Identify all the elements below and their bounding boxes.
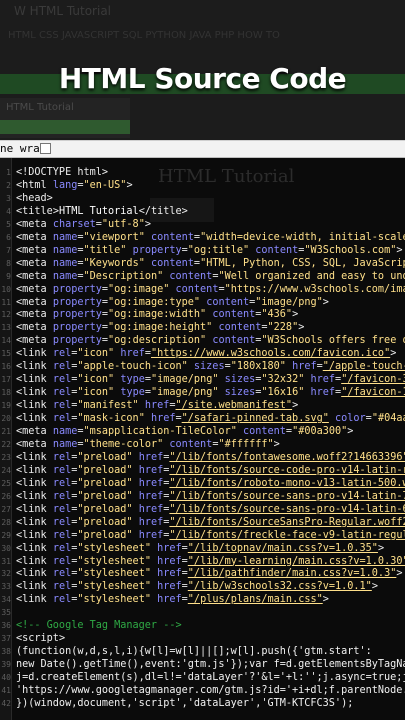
code-line: <meta property="og:image:height" content… — [16, 322, 305, 334]
code-line: <meta property="og:image:type" content="… — [16, 296, 329, 308]
line-number-gutter: 1 2 3 4 5 6 7 8 9 10 11 12 13 14 15 16 17 18 19 20 21 22 23 24 2… — [0, 158, 12, 720]
line-number: 11 — [1, 297, 11, 307]
code-line: <meta property="og:image" content="https… — [16, 283, 405, 295]
line-number: 1 — [6, 168, 11, 177]
ghost-page-title: HTML Tutorial — [158, 166, 295, 187]
code-line: <link rel="mask-icon" href="/safari-pinn… — [16, 413, 405, 425]
code-line: <meta property="og:image:width" content=… — [16, 309, 299, 321]
code-line: <link rel="preload" href="/lib/fonts/fre… — [16, 529, 405, 541]
ghost-sidebar: HTML Tutorial — [0, 98, 130, 138]
line-number: 17 — [1, 375, 11, 385]
code-line: <link rel="manifest" href="/site.webmani… — [16, 400, 299, 412]
code-line: <meta property="og:description" content=… — [16, 335, 405, 347]
line-number: 42 — [1, 698, 11, 708]
line-number: 39 — [1, 660, 11, 670]
line-number: 18 — [1, 388, 11, 398]
code-line: <link rel="stylesheet" href="/lib/w3scho… — [16, 581, 378, 593]
code-line: <html lang="en-US"> — [16, 179, 133, 191]
line-number: 7 — [6, 245, 11, 255]
line-number: 4 — [6, 206, 11, 216]
code-line: (function(w,d,s,l,i){w[l]=w[l]||[];w[l].… — [16, 646, 372, 658]
line-number: 28 — [1, 517, 11, 527]
ghost-sidebar-highlight — [0, 120, 130, 134]
ghost-menu-bar: HTML CSS JAVASCRIPT SQL PYTHON JAVA PHP … — [8, 30, 280, 41]
line-number: 9 — [6, 271, 11, 281]
line-number: 22 — [1, 439, 11, 449]
line-number: 29 — [1, 530, 11, 540]
code-line: <head> — [16, 192, 53, 204]
code-line: <meta name="Description" content="Well o… — [16, 270, 405, 282]
line-number: 37 — [1, 634, 11, 644]
code-line: 'https://www.googletagmanager.com/gtm.js… — [16, 685, 405, 696]
line-number: 35 — [1, 608, 11, 618]
line-number: 27 — [1, 504, 11, 514]
code-line: <link rel="preload" href="/lib/fonts/sou… — [16, 464, 405, 476]
line-number: 15 — [1, 349, 11, 359]
line-number: 30 — [1, 543, 11, 553]
line-number: 16 — [1, 362, 11, 372]
line-number: 24 — [1, 465, 11, 475]
line-number: 33 — [1, 582, 11, 592]
ghost-tab-bar: W HTML Tutorial — [14, 4, 112, 18]
code-line: <link rel="icon" href="https://www.w3sch… — [16, 348, 397, 360]
line-number: 38 — [1, 647, 11, 657]
line-wrap-checkbox[interactable] — [40, 143, 51, 154]
line-number: 20 — [1, 414, 11, 424]
code-line: <meta charset="utf-8"> — [16, 218, 151, 230]
line-number: 41 — [1, 686, 11, 695]
code-line: <link rel="icon" type="image/png" sizes=… — [16, 387, 405, 399]
ghost-sidebar-label: HTML Tutorial — [6, 102, 74, 113]
line-number: 8 — [6, 258, 11, 268]
code-line: <title>HTML Tutorial</title> — [16, 205, 188, 217]
line-number: 31 — [1, 556, 11, 566]
code-line: <link rel="preload" href="/lib/fonts/sou… — [16, 503, 405, 515]
code-line: <meta name="theme-color" content="#fffff… — [16, 438, 280, 450]
code-line: <link rel="stylesheet" href="/lib/my-lea… — [16, 555, 405, 567]
code-line: <link rel="preload" href="/lib/fonts/Sou… — [16, 516, 405, 528]
code-line: <link rel="preload" href="/lib/fonts/fon… — [16, 451, 405, 463]
code-line: <link rel="stylesheet" href="/plus/plans… — [16, 594, 329, 606]
line-number: 34 — [1, 595, 11, 605]
line-number: 25 — [1, 478, 11, 488]
code-line: j=d.createElement(s),dl=l!='dataLayer'?'… — [16, 672, 405, 684]
code-line: <link rel="stylesheet" href="/lib/topnav… — [16, 542, 385, 554]
line-number: 21 — [1, 427, 11, 436]
code-line: <!-- Google Tag Manager --> — [16, 620, 182, 632]
code-line: <meta name="Keywords" content="HTML, Pyt… — [16, 257, 405, 269]
code-line: <meta name="title" property="og:title" c… — [16, 244, 403, 256]
line-number: 5 — [6, 219, 11, 229]
source-code-viewer[interactable]: HTML Tutorial 1 2 3 4 5 6 7 8 9 10 11 12 13 14 15 16 17 1… — [0, 158, 405, 720]
line-number: 19 — [1, 401, 11, 411]
code-line: <script> — [16, 633, 66, 645]
headline-caption: HTML Source Code — [58, 62, 347, 95]
line-number: 14 — [1, 336, 11, 346]
line-number: 2 — [6, 180, 11, 190]
code-line: })(window,document,'script','dataLayer',… — [16, 697, 354, 709]
line-number: 10 — [1, 284, 11, 294]
line-number: 6 — [6, 232, 11, 242]
code-line: <link rel="preload" href="/lib/fonts/sou… — [16, 490, 405, 502]
line-number: 3 — [6, 193, 11, 203]
line-number: 26 — [1, 491, 11, 501]
code-line: <link rel="icon" type="image/png" sizes=… — [16, 374, 405, 386]
code-line: <meta name="msapplication-TileColor" con… — [16, 426, 354, 437]
line-number: 36 — [1, 621, 11, 631]
line-number: 12 — [1, 310, 11, 320]
code-line: <link rel="stylesheet" href="/lib/pathfi… — [16, 568, 403, 580]
line-number: 13 — [1, 323, 11, 333]
line-number: 32 — [1, 569, 11, 579]
line-number: 23 — [1, 452, 11, 462]
code-line: <link rel="preload" href="/lib/fonts/rob… — [16, 477, 405, 489]
code-line: <!DOCTYPE html> — [16, 167, 109, 178]
code-line: <meta name="viewport" content="width=dev… — [16, 231, 405, 243]
line-wrap-toolbar: ne wrap — [0, 140, 405, 158]
line-number: 40 — [1, 673, 11, 683]
code-line: <link rel="apple-touch-icon" sizes="180x… — [16, 361, 405, 373]
code-line: new Date().getTime(),event:'gtm.js'});va… — [16, 659, 405, 671]
